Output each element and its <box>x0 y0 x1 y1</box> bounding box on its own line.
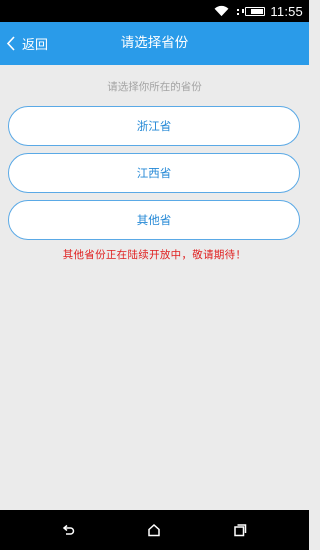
back-label: 返回 <box>22 38 49 53</box>
nav-home-button[interactable] <box>134 510 174 550</box>
status-time: 11:55 <box>270 3 303 19</box>
back-button[interactable]: 返回 <box>6 22 48 65</box>
title-bar: 请选择省份 返回 <box>0 22 309 65</box>
wifi-icon <box>214 5 229 17</box>
nav-back-button[interactable] <box>48 510 88 550</box>
nav-recents-button[interactable] <box>220 510 260 550</box>
back-arrow-icon <box>62 524 75 535</box>
chevron-left-icon <box>6 36 15 51</box>
status-bar: 11:55 <box>0 0 309 22</box>
recents-icon <box>234 524 247 537</box>
home-icon <box>148 523 160 537</box>
signal-icon <box>237 9 240 15</box>
province-hint: 请选择你所在的省份 <box>107 81 202 93</box>
province-option-other[interactable]: 其他省 <box>8 200 300 240</box>
province-option-jiangxi[interactable]: 江西省 <box>8 153 300 193</box>
province-option-zhejiang[interactable]: 浙江省 <box>8 106 300 146</box>
coming-soon-notice: 其他省份正在陆续开放中，敬请期待！ <box>62 249 247 261</box>
navigation-bar <box>0 510 309 550</box>
battery-icon <box>242 6 266 16</box>
